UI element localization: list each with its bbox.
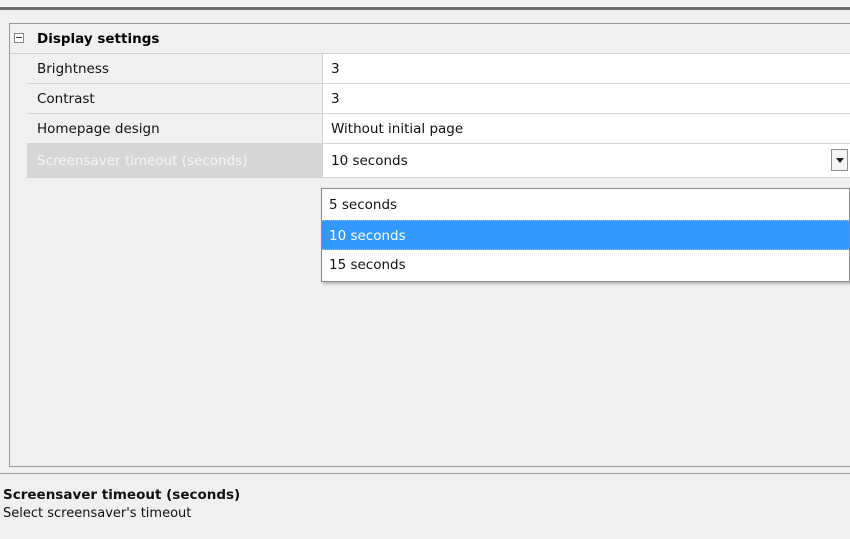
category-label: Display settings: [37, 31, 160, 47]
property-name-cell[interactable]: Brightness: [27, 54, 323, 84]
property-value: 3: [331, 91, 340, 107]
property-name-cell[interactable]: Homepage design: [27, 114, 323, 144]
row-gutter: [10, 114, 27, 144]
property-value-cell[interactable]: Without initial page: [323, 114, 850, 144]
description-title: Screensaver timeout (seconds): [3, 487, 241, 503]
property-name: Contrast: [37, 91, 95, 107]
property-name: Screensaver timeout (seconds): [37, 153, 248, 169]
property-value-cell[interactable]: 3: [323, 54, 850, 84]
option-label: 5 seconds: [329, 197, 398, 213]
property-name-cell[interactable]: Screensaver timeout (seconds): [27, 144, 323, 178]
dropdown-list: 5 seconds 10 seconds 15 seconds: [321, 188, 850, 282]
property-row-contrast[interactable]: Contrast 3: [10, 84, 850, 114]
row-gutter: [10, 84, 27, 114]
property-row-homepage-design[interactable]: Homepage design Without initial page: [10, 114, 850, 144]
property-name: Homepage design: [37, 121, 160, 137]
row-gutter: [10, 54, 27, 84]
property-value: Without initial page: [331, 121, 464, 137]
property-value[interactable]: 10 seconds: [331, 153, 408, 169]
collapse-icon[interactable]: [14, 33, 24, 43]
description-panel: Screensaver timeout (seconds) Select scr…: [0, 473, 850, 539]
dropdown-arrow-icon[interactable]: [831, 149, 848, 171]
property-name: Brightness: [37, 61, 109, 77]
category-display-settings[interactable]: Display settings: [10, 24, 850, 54]
option-label: 15 seconds: [329, 257, 406, 273]
top-border: [0, 0, 850, 10]
option-label: 10 seconds: [329, 228, 406, 244]
dropdown-option-15-seconds[interactable]: 15 seconds: [322, 250, 849, 280]
property-row-brightness[interactable]: Brightness 3: [10, 54, 850, 84]
row-gutter: [10, 144, 27, 178]
dropdown-option-5-seconds[interactable]: 5 seconds: [322, 190, 849, 220]
screensaver-timeout-select[interactable]: 10 seconds: [323, 144, 850, 178]
description-text: Select screensaver's timeout: [3, 506, 192, 521]
property-name-cell[interactable]: Contrast: [27, 84, 323, 114]
property-row-screensaver-timeout[interactable]: Screensaver timeout (seconds) 10 seconds: [10, 144, 850, 178]
dropdown-option-10-seconds[interactable]: 10 seconds: [322, 220, 849, 250]
property-value: 3: [331, 61, 340, 77]
property-value-cell[interactable]: 3: [323, 84, 850, 114]
